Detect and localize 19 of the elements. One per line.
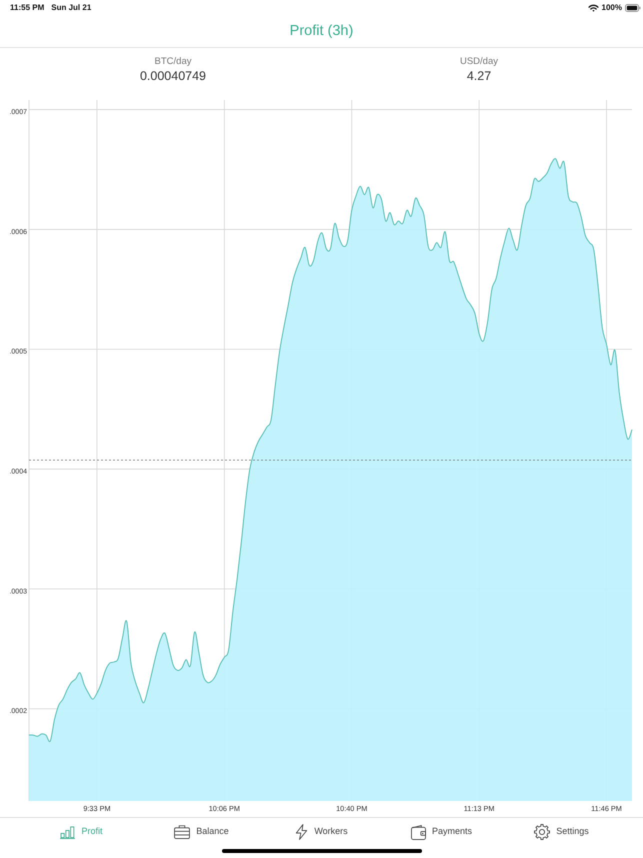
battery-percent: 100% <box>602 4 622 12</box>
lightning-bolt-icon[interactable] <box>295 824 308 840</box>
stat-value: 0.00040749 <box>138 68 208 84</box>
settings-icon[interactable] <box>534 824 550 840</box>
tab-bar-item[interactable]: Balance <box>142 818 262 846</box>
tab-bar-item[interactable]: Payments <box>382 818 502 846</box>
stat-value: 4.27 <box>466 68 492 84</box>
briefcase-icon[interactable] <box>174 825 190 839</box>
status-time: 11:55 PM <box>10 4 44 12</box>
stat-label: BTC/day <box>154 56 192 68</box>
tab-bar-item[interactable]: Settings <box>502 818 622 846</box>
status-date: Sun Jul 21 <box>51 4 92 12</box>
wifi-icon <box>588 4 599 12</box>
stat-label: USD/day <box>458 56 499 68</box>
screen-title: Profit (3h) <box>290 22 354 40</box>
wallet-icon[interactable] <box>410 824 426 840</box>
bar-chart-icon[interactable] <box>60 826 76 838</box>
tab-bar-item[interactable]: Workers <box>262 818 382 846</box>
battery-icon <box>625 4 641 12</box>
